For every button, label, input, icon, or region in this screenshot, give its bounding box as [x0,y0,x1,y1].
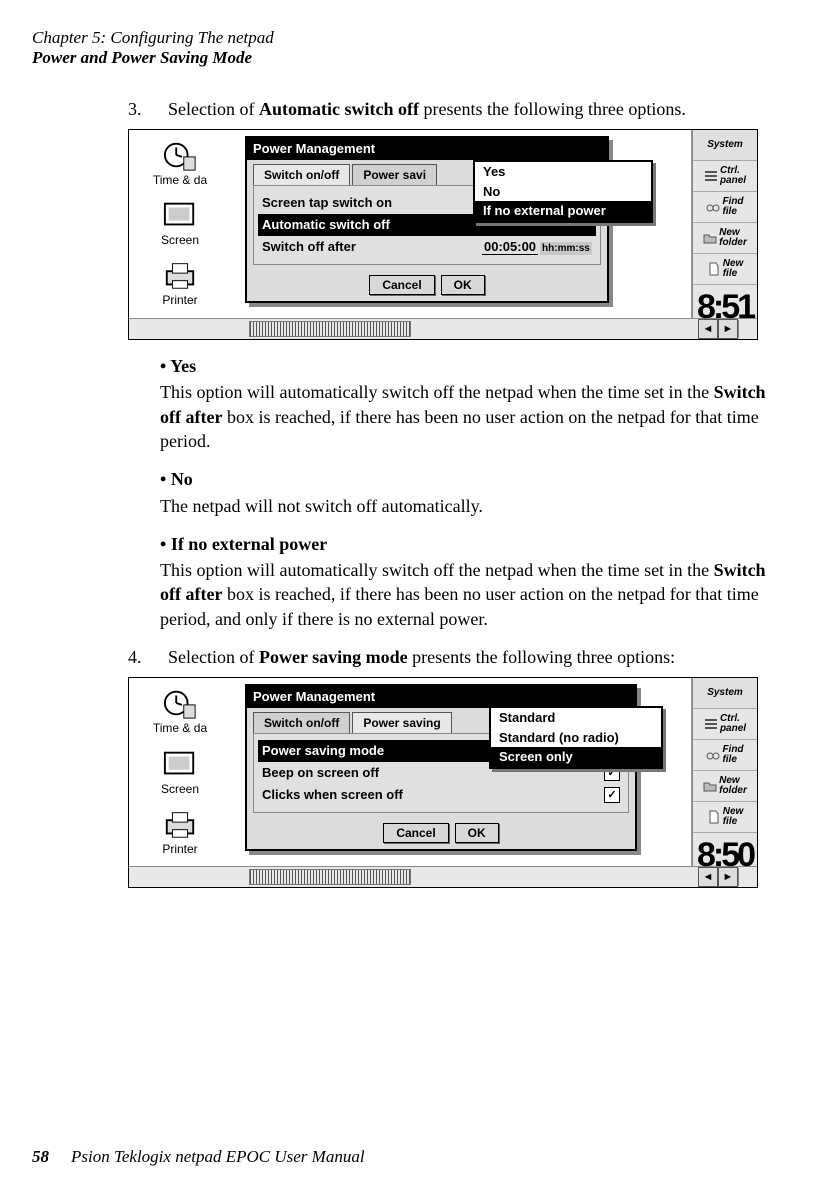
sliders-icon [704,717,718,731]
corner-grip [738,320,757,338]
tab-switch-onoff[interactable]: Switch on/off [253,712,350,733]
file-icon [707,262,721,276]
bullet-ext-title: If no external power [160,534,327,554]
tab-switch-onoff[interactable]: Switch on/off [253,164,350,185]
screen-icon [161,747,199,781]
auto-switch-off-popup: Yes No If no external power [473,160,653,223]
screen-icon [161,198,199,232]
binoculars-icon [706,200,720,214]
option-if-no-external-power[interactable]: If no external power [475,201,651,221]
chapter-line: Chapter 5: Configuring The netpad [32,28,789,48]
bullet-ext-desc: This option will automatically switch of… [160,558,771,631]
clock-icon [161,686,199,720]
ok-button[interactable]: OK [441,275,485,295]
file-icon [707,810,721,824]
cp-icon-time[interactable]: Time & da [141,138,219,188]
option-standard[interactable]: Standard [491,708,661,728]
running-header: Chapter 5: Configuring The netpad Power … [32,28,789,69]
step-text: Selection of Power saving mode presents … [168,645,675,669]
cp-label: Time & da [153,172,207,188]
option-yes[interactable]: Yes [475,162,651,182]
sidebar-new-folder[interactable]: New folder [693,771,757,802]
cancel-button[interactable]: Cancel [369,275,434,295]
bullet-no-desc: The netpad will not switch off automatic… [160,494,771,518]
scroll-left-button[interactable]: ◄ [698,867,718,887]
cp-label: Screen [161,232,199,248]
step-3: 3. Selection of Automatic switch off pre… [128,97,771,121]
page-number: 58 [32,1147,49,1166]
section-line: Power and Power Saving Mode [32,48,789,68]
options-list-1: Yes This option will automatically switc… [128,354,771,631]
checkbox-clicks[interactable]: ✓ [604,787,620,803]
cp-icon-printer[interactable]: Printer [141,258,219,308]
bottom-bar: ◄ ► [129,866,757,887]
clock-icon [161,138,199,172]
bullet-no-title: No [160,469,193,489]
sidebar-new-folder[interactable]: New folder [693,223,757,254]
sidebar-find-file[interactable]: Find file [693,740,757,771]
time-value[interactable]: 00:05:00 [482,239,538,255]
printer-icon [161,807,199,841]
screenshot-power-saving: Time & da Screen Printer [128,677,771,888]
step-text: Selection of Automatic switch off presen… [168,97,686,121]
power-saving-popup: Standard Standard (no radio) Screen only [489,706,663,769]
binoculars-icon [706,748,720,762]
ok-button[interactable]: OK [455,823,499,843]
sidebar-find-file[interactable]: Find file [693,192,757,223]
dialog-title: Power Management [247,686,635,708]
dialog-title: Power Management [247,138,607,160]
option-screen-only[interactable]: Screen only [491,747,661,767]
cp-icon-time[interactable]: Time & da [141,686,219,736]
page-footer: 58 Psion Teklogix netpad EPOC User Manual [32,1147,365,1167]
bullet-yes-title: Yes [160,356,196,376]
task-hatch [249,869,411,885]
bullet-yes-desc: This option will automatically switch of… [160,380,771,453]
printer-icon [161,258,199,292]
step-number: 4. [128,645,150,669]
sliders-icon [704,169,718,183]
tab-power-saving[interactable]: Power savi [352,164,437,185]
sidebar-ctrl-panel[interactable]: Ctrl. panel [693,161,757,192]
cp-label: Screen [161,781,199,797]
sidebar-system[interactable]: System [693,130,757,161]
tab-power-saving[interactable]: Power saving [352,712,451,733]
time-unit: hh:mm:ss [540,242,592,255]
step-4: 4. Selection of Power saving mode presen… [128,645,771,669]
cp-label: Time & da [153,720,207,736]
option-standard-no-radio[interactable]: Standard (no radio) [491,728,661,748]
cp-icon-screen[interactable]: Screen [141,198,219,248]
cancel-button[interactable]: Cancel [383,823,448,843]
sidebar-new-file[interactable]: New file [693,254,757,285]
cp-label: Printer [162,292,197,308]
task-hatch [249,321,411,337]
cp-icon-screen[interactable]: Screen [141,747,219,797]
cp-icon-printer[interactable]: Printer [141,807,219,857]
step-number: 3. [128,97,150,121]
screenshot-auto-switch-off: Time & da Screen Printer [128,129,771,340]
sidebar-ctrl-panel[interactable]: Ctrl. panel [693,709,757,740]
folder-icon [703,779,717,793]
term-power-saving-mode: Power saving mode [259,647,408,667]
manual-title: Psion Teklogix netpad EPOC User Manual [71,1147,365,1166]
term-auto-switch-off: Automatic switch off [259,99,419,119]
corner-grip [738,868,757,886]
cp-label: Printer [162,841,197,857]
row-clicks-when-screen-off[interactable]: Clicks when screen off ✓ [262,784,620,806]
sidebar-new-file[interactable]: New file [693,802,757,833]
sidebar-system[interactable]: System [693,678,757,709]
scroll-right-button[interactable]: ► [718,319,738,339]
folder-icon [703,231,717,245]
option-no[interactable]: No [475,182,651,202]
scroll-left-button[interactable]: ◄ [698,319,718,339]
scroll-right-button[interactable]: ► [718,867,738,887]
bottom-bar: ◄ ► [129,318,757,339]
row-switch-off-after[interactable]: Switch off after 00:05:00hh:mm:ss [262,236,592,258]
